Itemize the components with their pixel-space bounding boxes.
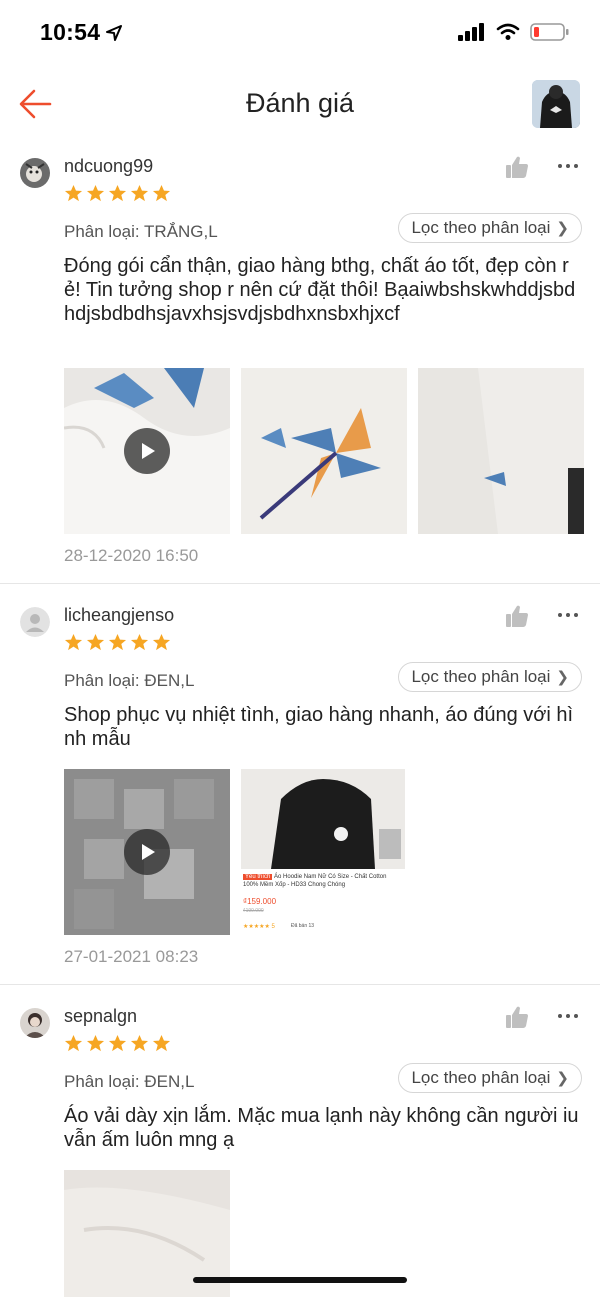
star-icon xyxy=(108,633,127,651)
star-icon xyxy=(86,1034,105,1052)
nav-header: Đánh giá xyxy=(0,66,600,144)
filter-label: Lọc theo phân loại xyxy=(411,1068,551,1087)
review-date: 27-01-2021 08:23 xyxy=(64,947,199,966)
username: ndcuong99 xyxy=(64,156,154,176)
review-photo[interactable] xyxy=(241,368,407,534)
star-icon xyxy=(152,633,171,651)
chevron-right-icon: ❯ xyxy=(556,669,569,686)
rating-stars xyxy=(64,184,171,203)
rating-stars xyxy=(64,633,171,652)
star-icon xyxy=(152,1034,171,1052)
more-options-icon[interactable] xyxy=(556,603,580,627)
star-icon xyxy=(86,184,105,202)
star-icon xyxy=(108,1034,127,1052)
product-thumbnail[interactable] xyxy=(532,80,580,128)
product-screenshot-photo[interactable]: Yêu thích Áo Hoodie Nam Nữ Có Size - Chấ… xyxy=(241,769,405,935)
more-options-icon[interactable] xyxy=(556,154,580,178)
star-icon xyxy=(130,633,149,651)
avatar-image xyxy=(20,1008,50,1038)
star-icon xyxy=(64,1034,83,1052)
star-icon xyxy=(130,1034,149,1052)
battery-low-icon xyxy=(530,23,569,41)
more-options-icon[interactable] xyxy=(556,1004,580,1028)
default-avatar-icon xyxy=(20,607,50,637)
review-video-thumbnail[interactable] xyxy=(64,368,230,534)
review-item: licheangjenso Phân loại: ĐEN,L Lọc theo … xyxy=(0,599,600,985)
chevron-right-icon: ❯ xyxy=(556,1070,569,1087)
username: licheangjenso xyxy=(64,605,175,625)
star-icon xyxy=(108,184,127,202)
hoodie-image xyxy=(532,80,580,128)
pinwheel-print-photo xyxy=(241,368,407,534)
star-icon xyxy=(86,633,105,651)
status-time: 10:54 xyxy=(40,19,101,45)
product-tag: Yêu thích xyxy=(243,874,273,880)
thumbs-up-icon[interactable] xyxy=(504,603,530,629)
product-price: ₫159.000 xyxy=(243,897,277,906)
star-icon xyxy=(130,184,149,202)
username: sepnalgn xyxy=(64,1006,138,1026)
variant-label: Phân loại: TRẮNG,L xyxy=(64,222,218,241)
home-indicator[interactable] xyxy=(193,1277,407,1283)
play-video-icon[interactable] xyxy=(124,829,170,875)
user-avatar[interactable] xyxy=(20,607,50,637)
review-date: 28-12-2020 16:50 xyxy=(64,546,199,565)
thumbs-up-icon[interactable] xyxy=(504,154,530,180)
chevron-right-icon: ❯ xyxy=(556,220,569,237)
cellular-signal-icon xyxy=(458,23,484,41)
review-comment: Áo vải dày xịn lắm. Mặc mua lạnh này khô… xyxy=(64,1105,579,1151)
star-icon xyxy=(152,184,171,202)
rating-stars xyxy=(64,1034,171,1053)
review-photo[interactable] xyxy=(418,368,584,534)
filter-label: Lọc theo phân loại xyxy=(411,667,551,686)
product-old-price: ₫199.000 xyxy=(243,908,264,914)
avatar-image xyxy=(20,158,50,188)
star-icon xyxy=(64,633,83,651)
review-comment: Đóng gói cẩn thận, giao hàng bthg, chất … xyxy=(64,255,576,325)
filter-by-variant-button[interactable]: Lọc theo phân loại ❯ xyxy=(398,662,582,692)
filter-by-variant-button[interactable]: Lọc theo phân loại ❯ xyxy=(398,1063,582,1093)
review-item: ndcuong99 Phân loại: TRẮNG,L Lọc theo ph… xyxy=(0,150,600,584)
page-title: Đánh giá xyxy=(245,88,355,118)
review-item: sepnalgn Phân loại: ĐEN,L Lọc theo phân … xyxy=(0,1000,600,1297)
review-video-thumbnail[interactable] xyxy=(64,769,230,935)
hoodie-detail-photo xyxy=(418,368,584,534)
hoodie-model-image xyxy=(241,769,405,869)
product-sold: Đã bán 13 xyxy=(291,923,315,929)
product-rating: ★★★★★ 5 xyxy=(243,924,275,930)
user-avatar[interactable] xyxy=(20,158,50,188)
user-avatar[interactable] xyxy=(20,1008,50,1038)
wifi-icon xyxy=(496,23,520,40)
location-arrow-icon xyxy=(106,24,123,41)
status-bar: 10:54 xyxy=(0,0,600,66)
star-icon xyxy=(64,184,83,202)
thumbs-up-icon[interactable] xyxy=(504,1004,530,1030)
review-comment: Shop phục vụ nhiệt tình, giao hàng nhanh… xyxy=(64,704,574,750)
filter-label: Lọc theo phân loại xyxy=(411,218,551,237)
filter-by-variant-button[interactable]: Lọc theo phân loại ❯ xyxy=(398,213,582,243)
play-video-icon[interactable] xyxy=(124,428,170,474)
variant-label: Phân loại: ĐEN,L xyxy=(64,671,195,690)
variant-label: Phân loại: ĐEN,L xyxy=(64,1072,195,1091)
